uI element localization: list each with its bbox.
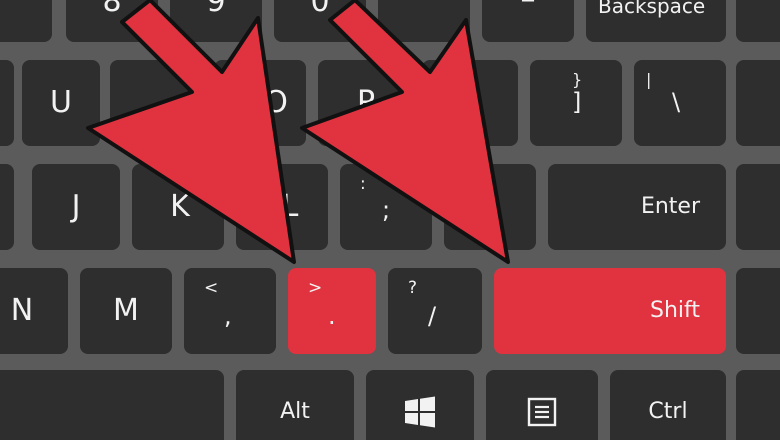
arrow-to-period-icon xyxy=(86,0,296,264)
arrow-to-shift-icon xyxy=(300,0,510,264)
arrows-overlay xyxy=(86,0,510,264)
keyboard-photo: 8 9 0 – Backspace U O P } ] | \ J K L xyxy=(0,0,780,440)
